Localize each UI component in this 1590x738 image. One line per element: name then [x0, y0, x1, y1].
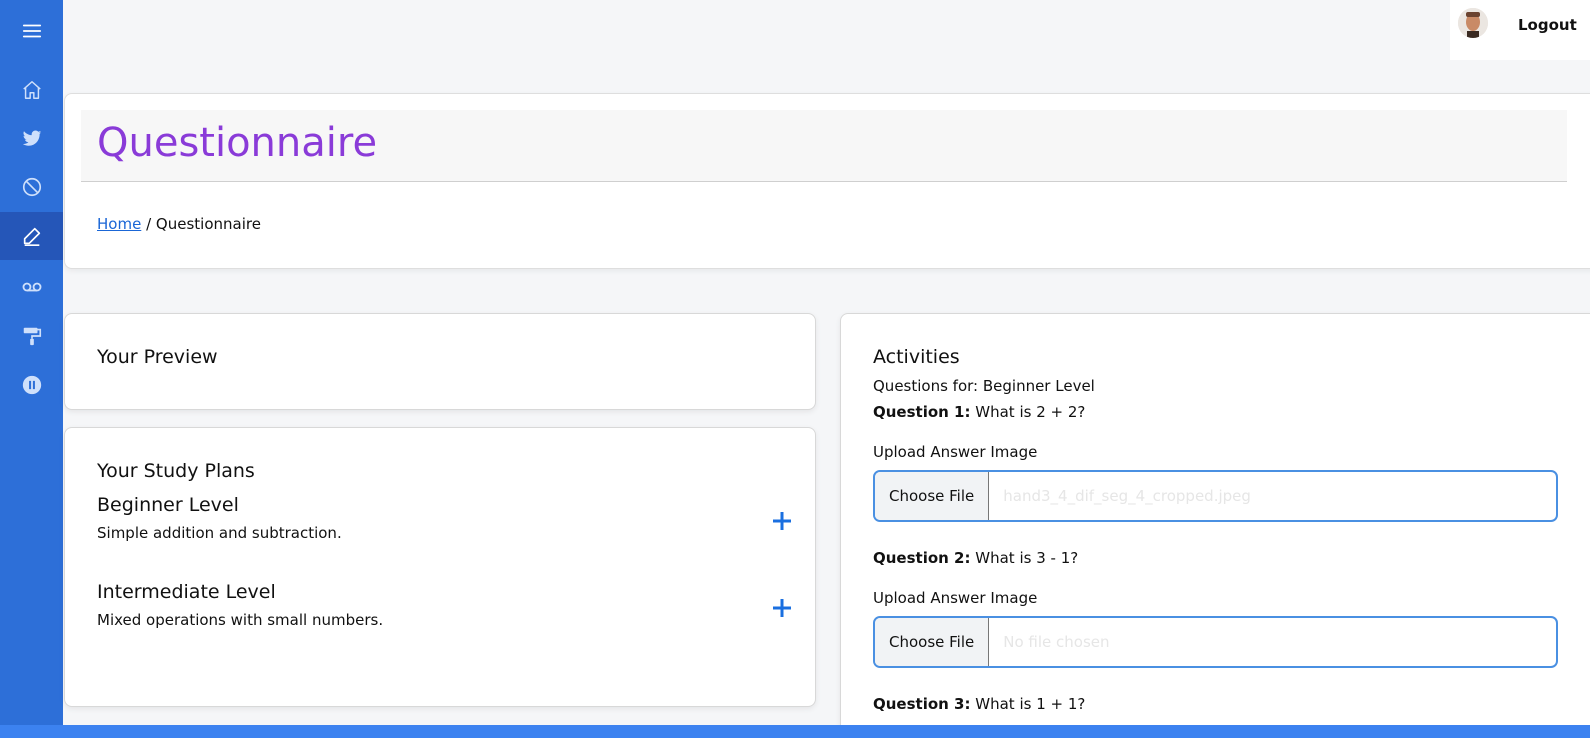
study-plan-item: Intermediate Level Mixed operations with…: [97, 581, 791, 629]
sidebar-item-twitter[interactable]: [0, 114, 63, 162]
avatar[interactable]: [1458, 8, 1488, 38]
sidebar: [0, 0, 63, 738]
breadcrumb-current: Questionnaire: [155, 215, 261, 233]
choose-file-button[interactable]: Choose File: [875, 618, 990, 666]
study-plan-description: Simple addition and subtraction.: [97, 524, 342, 542]
paint-roller-icon: [23, 327, 41, 346]
study-plan-description: Mixed operations with small numbers.: [97, 611, 384, 629]
page-header-card: Questionnaire Home / Questionnaire: [64, 93, 1590, 269]
menu-toggle-button[interactable]: [0, 7, 63, 55]
pause-circle-icon: [22, 375, 41, 395]
question-body: What is 1 + 1?: [975, 695, 1086, 713]
breadcrumb: Home / Questionnaire: [97, 215, 261, 233]
sidebar-item-home[interactable]: [0, 66, 63, 114]
pencil-icon: [23, 227, 40, 246]
study-plan-name: Beginner Level: [97, 494, 239, 516]
study-plans-card: Your Study Plans Beginner Level Simple a…: [64, 427, 816, 707]
study-plan-item: Beginner Level Simple addition and subtr…: [97, 494, 791, 542]
question-label: Question 1:: [873, 403, 971, 421]
study-plan-name: Intermediate Level: [97, 581, 276, 603]
question-label: Question 2:: [873, 549, 971, 567]
add-plan-button[interactable]: [767, 506, 797, 536]
sidebar-item-voicemail[interactable]: [0, 263, 63, 311]
study-plans-title: Your Study Plans: [97, 460, 255, 482]
sidebar-item-paint[interactable]: [0, 312, 63, 360]
page-title: Questionnaire: [97, 120, 378, 166]
breadcrumb-home-link[interactable]: Home: [97, 215, 141, 233]
file-input[interactable]: Choose File hand3_4_dif_seg_4_cropped.jp…: [873, 470, 1558, 522]
plus-icon: [773, 512, 791, 530]
question-label: Question 3:: [873, 695, 971, 713]
choose-file-button[interactable]: Choose File: [875, 472, 990, 520]
user-menu: Logout: [1450, 0, 1590, 60]
menu-icon: [22, 24, 41, 38]
activities-card: Activities Questions for: Beginner Level…: [840, 313, 1590, 738]
question-text: Question 2: What is 3 - 1?: [873, 549, 1078, 567]
logout-button[interactable]: Logout: [1518, 16, 1577, 34]
user-avatar-icon: [1458, 8, 1488, 38]
upload-label: Upload Answer Image: [873, 443, 1038, 461]
preview-title: Your Preview: [97, 346, 218, 368]
twitter-icon: [22, 130, 42, 146]
voicemail-icon: [22, 282, 41, 292]
sidebar-item-pause[interactable]: [0, 361, 63, 409]
title-strip: Questionnaire: [81, 110, 1567, 182]
preview-card: Your Preview: [64, 313, 816, 410]
breadcrumb-separator: /: [146, 215, 152, 233]
sidebar-item-questionnaire[interactable]: [0, 212, 63, 260]
activities-subtitle: Questions for: Beginner Level: [873, 377, 1095, 395]
file-name: hand3_4_dif_seg_4_cropped.jpeg: [1003, 487, 1251, 505]
file-name: No file chosen: [1003, 633, 1110, 651]
question-text: Question 1: What is 2 + 2?: [873, 403, 1085, 421]
plus-icon: [773, 599, 791, 617]
bottom-bar: [0, 725, 1590, 738]
file-input[interactable]: Choose File No file chosen: [873, 616, 1558, 668]
question-text: Question 3: What is 1 + 1?: [873, 695, 1085, 713]
question-body: What is 3 - 1?: [975, 549, 1079, 567]
home-icon: [22, 81, 41, 99]
question-body: What is 2 + 2?: [975, 403, 1086, 421]
ban-icon: [22, 177, 41, 197]
upload-label: Upload Answer Image: [873, 589, 1038, 607]
add-plan-button[interactable]: [767, 593, 797, 623]
activities-title: Activities: [873, 346, 960, 368]
sidebar-item-blocked[interactable]: [0, 163, 63, 211]
